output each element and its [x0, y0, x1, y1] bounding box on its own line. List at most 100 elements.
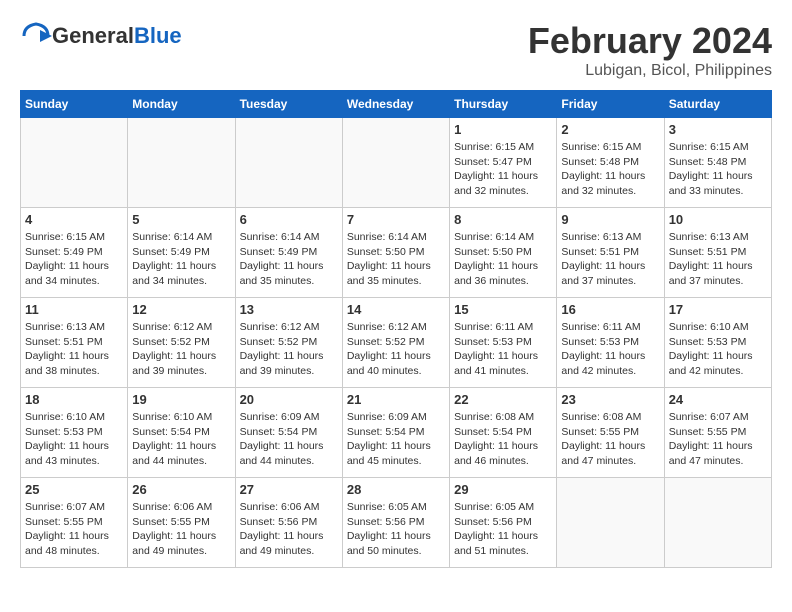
location: Lubigan, Bicol, Philippines — [528, 62, 772, 80]
day-info: Sunrise: 6:14 AMSunset: 5:49 PMDaylight:… — [240, 230, 338, 289]
calendar-cell: 20Sunrise: 6:09 AMSunset: 5:54 PMDayligh… — [235, 388, 342, 478]
calendar-cell: 14 Sunrise: 6:12 AMSunset: 5:52 PMDayligh… — [342, 298, 449, 388]
day-number: 7 — [347, 212, 445, 227]
weekday-header: Sunday — [21, 91, 128, 118]
day-number: 10 — [669, 212, 767, 227]
day-info: Sunrise: 6:14 AMSunset: 5:49 PMDaylight:… — [132, 230, 230, 289]
calendar-cell: 7 Sunrise: 6:14 AMSunset: 5:50 PMDaylight… — [342, 208, 449, 298]
calendar-cell — [342, 118, 449, 208]
calendar-cell: 3 Sunrise: 6:15 AMSunset: 5:48 PMDaylight… — [664, 118, 771, 208]
day-info: Sunrise: 6:10 AMSunset: 5:54 PMDaylight:… — [132, 410, 230, 469]
day-number: 22 — [454, 392, 552, 407]
title-section: February 2024 Lubigan, Bicol, Philippine… — [528, 20, 772, 80]
day-info: Sunrise: 6:09 AMSunset: 5:54 PMDaylight:… — [347, 410, 445, 469]
calendar-cell: 23 Sunrise: 6:08 AMSunset: 5:55 PMDayligh… — [557, 388, 664, 478]
calendar-week-row: 25Sunrise: 6:07 AMSunset: 5:55 PMDayligh… — [21, 478, 772, 568]
day-info: Sunrise: 6:15 AMSunset: 5:47 PMDaylight:… — [454, 140, 552, 199]
day-number: 14 — [347, 302, 445, 317]
calendar-week-row: 4 Sunrise: 6:15 AMSunset: 5:49 PMDaylight… — [21, 208, 772, 298]
calendar-cell: 9 Sunrise: 6:13 AMSunset: 5:51 PMDaylight… — [557, 208, 664, 298]
day-number: 24 — [669, 392, 767, 407]
day-number: 26 — [132, 482, 230, 497]
calendar-cell: 1Sunrise: 6:15 AMSunset: 5:47 PMDaylight… — [450, 118, 557, 208]
day-number: 13 — [240, 302, 338, 317]
day-info: Sunrise: 6:07 AMSunset: 5:55 PMDaylight:… — [669, 410, 767, 469]
day-info: Sunrise: 6:10 AMSunset: 5:53 PMDaylight:… — [25, 410, 123, 469]
weekday-header: Wednesday — [342, 91, 449, 118]
calendar-cell: 17Sunrise: 6:10 AMSunset: 5:53 PMDayligh… — [664, 298, 771, 388]
weekday-header: Tuesday — [235, 91, 342, 118]
calendar-cell: 2 Sunrise: 6:15 AMSunset: 5:48 PMDaylight… — [557, 118, 664, 208]
logo-icon — [20, 20, 52, 52]
day-number: 9 — [561, 212, 659, 227]
day-number: 8 — [454, 212, 552, 227]
day-info: Sunrise: 6:13 AMSunset: 5:51 PMDaylight:… — [561, 230, 659, 289]
day-info: Sunrise: 6:14 AMSunset: 5:50 PMDaylight:… — [347, 230, 445, 289]
calendar-week-row: 11 Sunrise: 6:13 AMSunset: 5:51 PMDayligh… — [21, 298, 772, 388]
calendar-cell: 8Sunrise: 6:14 AMSunset: 5:50 PMDaylight… — [450, 208, 557, 298]
day-number: 5 — [132, 212, 230, 227]
day-info: Sunrise: 6:12 AMSunset: 5:52 PMDaylight:… — [240, 320, 338, 379]
day-info: Sunrise: 6:15 AMSunset: 5:48 PMDaylight:… — [669, 140, 767, 199]
calendar-cell: 4 Sunrise: 6:15 AMSunset: 5:49 PMDaylight… — [21, 208, 128, 298]
calendar-cell: 27Sunrise: 6:06 AMSunset: 5:56 PMDayligh… — [235, 478, 342, 568]
calendar-cell: 18 Sunrise: 6:10 AMSunset: 5:53 PMDayligh… — [21, 388, 128, 478]
logo-general: General — [52, 23, 134, 49]
day-number: 29 — [454, 482, 552, 497]
weekday-header: Friday — [557, 91, 664, 118]
day-number: 2 — [561, 122, 659, 137]
calendar-cell: 5 Sunrise: 6:14 AMSunset: 5:49 PMDaylight… — [128, 208, 235, 298]
day-number: 11 — [25, 302, 123, 317]
calendar-cell — [235, 118, 342, 208]
weekday-header: Saturday — [664, 91, 771, 118]
day-number: 19 — [132, 392, 230, 407]
month-year: February 2024 — [528, 20, 772, 62]
weekday-header-row: SundayMondayTuesdayWednesdayThursdayFrid… — [21, 91, 772, 118]
calendar-cell: 26 Sunrise: 6:06 AMSunset: 5:55 PMDayligh… — [128, 478, 235, 568]
day-number: 16 — [561, 302, 659, 317]
day-info: Sunrise: 6:15 AMSunset: 5:48 PMDaylight:… — [561, 140, 659, 199]
weekday-header: Thursday — [450, 91, 557, 118]
calendar-cell: 12 Sunrise: 6:12 AMSunset: 5:52 PMDayligh… — [128, 298, 235, 388]
day-number: 28 — [347, 482, 445, 497]
day-number: 21 — [347, 392, 445, 407]
calendar-cell: 13 Sunrise: 6:12 AMSunset: 5:52 PMDayligh… — [235, 298, 342, 388]
calendar-cell: 11 Sunrise: 6:13 AMSunset: 5:51 PMDayligh… — [21, 298, 128, 388]
calendar-week-row: 18 Sunrise: 6:10 AMSunset: 5:53 PMDayligh… — [21, 388, 772, 478]
day-number: 25 — [25, 482, 123, 497]
calendar-cell: 21 Sunrise: 6:09 AMSunset: 5:54 PMDayligh… — [342, 388, 449, 478]
day-info: Sunrise: 6:05 AMSunset: 5:56 PMDaylight:… — [454, 500, 552, 559]
calendar-cell: 29 Sunrise: 6:05 AMSunset: 5:56 PMDayligh… — [450, 478, 557, 568]
day-info: Sunrise: 6:06 AMSunset: 5:55 PMDaylight:… — [132, 500, 230, 559]
page-header: GeneralBlue February 2024 Lubigan, Bicol… — [20, 20, 772, 80]
calendar-cell: 10 Sunrise: 6:13 AMSunset: 5:51 PMDayligh… — [664, 208, 771, 298]
calendar-week-row: 1Sunrise: 6:15 AMSunset: 5:47 PMDaylight… — [21, 118, 772, 208]
day-info: Sunrise: 6:13 AMSunset: 5:51 PMDaylight:… — [25, 320, 123, 379]
calendar-cell: 25Sunrise: 6:07 AMSunset: 5:55 PMDayligh… — [21, 478, 128, 568]
logo: GeneralBlue — [20, 20, 182, 52]
calendar-cell: 24 Sunrise: 6:07 AMSunset: 5:55 PMDayligh… — [664, 388, 771, 478]
calendar-cell: 6Sunrise: 6:14 AMSunset: 5:49 PMDaylight… — [235, 208, 342, 298]
calendar-cell: 28Sunrise: 6:05 AMSunset: 5:56 PMDayligh… — [342, 478, 449, 568]
calendar-cell: 22Sunrise: 6:08 AMSunset: 5:54 PMDayligh… — [450, 388, 557, 478]
day-info: Sunrise: 6:10 AMSunset: 5:53 PMDaylight:… — [669, 320, 767, 379]
calendar-table: SundayMondayTuesdayWednesdayThursdayFrid… — [20, 90, 772, 568]
day-info: Sunrise: 6:12 AMSunset: 5:52 PMDaylight:… — [347, 320, 445, 379]
day-info: Sunrise: 6:12 AMSunset: 5:52 PMDaylight:… — [132, 320, 230, 379]
day-info: Sunrise: 6:08 AMSunset: 5:55 PMDaylight:… — [561, 410, 659, 469]
day-number: 12 — [132, 302, 230, 317]
day-info: Sunrise: 6:09 AMSunset: 5:54 PMDaylight:… — [240, 410, 338, 469]
day-number: 3 — [669, 122, 767, 137]
day-number: 18 — [25, 392, 123, 407]
day-number: 23 — [561, 392, 659, 407]
day-info: Sunrise: 6:06 AMSunset: 5:56 PMDaylight:… — [240, 500, 338, 559]
day-info: Sunrise: 6:11 AMSunset: 5:53 PMDaylight:… — [561, 320, 659, 379]
calendar-cell: 15Sunrise: 6:11 AMSunset: 5:53 PMDayligh… — [450, 298, 557, 388]
day-number: 15 — [454, 302, 552, 317]
calendar-cell — [557, 478, 664, 568]
day-number: 4 — [25, 212, 123, 227]
logo-blue: Blue — [134, 23, 182, 49]
day-info: Sunrise: 6:13 AMSunset: 5:51 PMDaylight:… — [669, 230, 767, 289]
day-info: Sunrise: 6:15 AMSunset: 5:49 PMDaylight:… — [25, 230, 123, 289]
calendar-cell — [128, 118, 235, 208]
